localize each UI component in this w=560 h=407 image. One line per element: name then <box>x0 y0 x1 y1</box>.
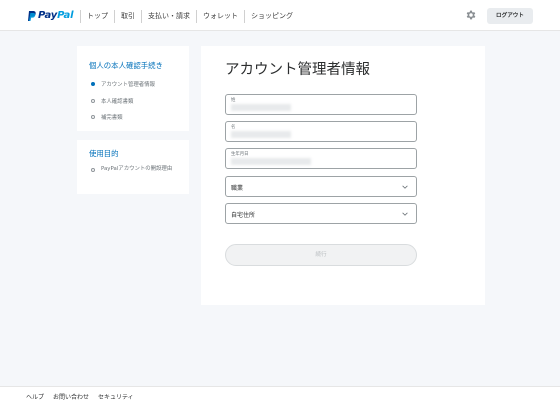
footer-link-security[interactable]: セキュリティ <box>98 392 134 401</box>
paypal-logo[interactable]: Pay Pal <box>27 10 74 21</box>
page-title: アカウント管理者情報 <box>225 62 370 78</box>
footer-links: ヘルプ お問い合わせ セキュリティ <box>26 392 143 401</box>
top-navigation-bar: Pay Pal トップ 取引 支払い・請求 ウォレット ショッピング ログアウト <box>0 0 560 31</box>
sidebar-step-id-documents[interactable]: 本人確認書類 <box>91 97 133 105</box>
sidebar-step-account-purpose[interactable]: PayPalアカウントの開設理由 <box>91 166 179 174</box>
home-address-select-label: 自宅住所 <box>231 212 256 219</box>
given-name-field[interactable]: 名 <box>225 121 417 142</box>
step-dot-icon <box>91 99 95 103</box>
surname-label: 姓 <box>231 98 236 103</box>
sidebar-section-title-purpose: 使用目的 <box>89 149 119 158</box>
step-dot-icon <box>91 168 95 172</box>
sidebar-section-title-verification: 個人の本人確認手続き <box>89 61 163 70</box>
given-name-value-redacted <box>231 131 291 138</box>
occupation-select[interactable]: 職業 <box>225 176 417 197</box>
date-of-birth-label: 生年月日 <box>231 152 249 157</box>
sidebar-step-label: 補完書類 <box>101 115 123 121</box>
logout-button[interactable]: ログアウト <box>487 8 533 24</box>
gear-icon[interactable] <box>465 9 477 21</box>
nav-item-transactions[interactable]: 取引 <box>115 9 141 23</box>
sidebar-step-account-admin-info[interactable]: アカウント管理者情報 <box>91 80 155 88</box>
nav-item-top[interactable]: トップ <box>81 9 114 23</box>
footer-link-contact[interactable]: お問い合わせ <box>53 392 89 401</box>
sidebar-step-label: PayPalアカウントの開設理由 <box>101 166 173 172</box>
sidebar-step-label: 本人確認書類 <box>101 99 134 105</box>
date-of-birth-field[interactable]: 生年月日 <box>225 148 417 169</box>
given-name-label: 名 <box>231 125 236 130</box>
surname-value-redacted <box>231 104 291 111</box>
footer-link-help[interactable]: ヘルプ <box>26 392 44 401</box>
step-active-dot-icon <box>91 82 95 86</box>
surname-field[interactable]: 姓 <box>225 94 417 115</box>
nav-item-shopping[interactable]: ショッピング <box>245 9 299 23</box>
continue-button[interactable]: 続行 <box>225 244 417 266</box>
occupation-select-label: 職業 <box>231 185 244 192</box>
logo-pay-text: Pay <box>38 10 58 21</box>
chevron-down-icon <box>402 212 408 216</box>
date-of-birth-value-redacted <box>231 158 311 165</box>
footer: ヘルプ お問い合わせ セキュリティ <box>0 386 560 407</box>
chevron-down-icon <box>402 185 408 189</box>
logo-pal-text: Pal <box>57 10 74 21</box>
nav-item-payments[interactable]: 支払い・請求 <box>142 9 196 23</box>
sidebar-step-label: アカウント管理者情報 <box>101 82 155 88</box>
main-nav: トップ 取引 支払い・請求 ウォレット ショッピング <box>80 9 299 23</box>
sidebar-section-separator <box>77 131 189 140</box>
verification-sidebar: 個人の本人確認手続き アカウント管理者情報 本人確認書類 補完書類 使用目的 P… <box>77 46 189 194</box>
nav-item-wallet[interactable]: ウォレット <box>197 9 244 23</box>
paypal-p-icon <box>28 10 36 21</box>
home-address-select[interactable]: 自宅住所 <box>225 203 417 224</box>
step-dot-icon <box>91 115 95 119</box>
sidebar-step-supplementary-documents[interactable]: 補完書類 <box>91 113 123 121</box>
main-form-panel: アカウント管理者情報 姓 名 生年月日 職業 自宅住所 続行 <box>201 46 485 305</box>
